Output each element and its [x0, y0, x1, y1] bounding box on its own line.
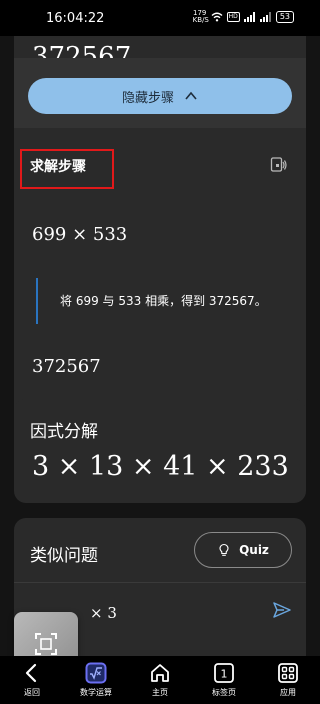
- status-bar: 16:04:22 179 KB/S HD 53: [0, 0, 320, 36]
- factor-card: 因式分解 3 × 13 × 41 × 233: [14, 399, 306, 503]
- signal-icon: [243, 12, 255, 22]
- nav-back[interactable]: 返回: [0, 656, 64, 704]
- floating-scan-button[interactable]: [14, 612, 78, 656]
- read-aloud-icon[interactable]: [270, 156, 288, 174]
- nav-math-solver[interactable]: 数学运算: [64, 656, 128, 704]
- math-solver-icon: [85, 662, 107, 684]
- quiz-label: Quiz: [239, 543, 269, 557]
- network-speed: 179 KB/S: [192, 9, 209, 24]
- solution-card: 372567 隐藏步骤 求解步骤 699 × 533 将 699 与 533 相…: [14, 36, 306, 426]
- highlight-box: [20, 149, 114, 189]
- nav-tabs[interactable]: 1 标签页: [192, 656, 256, 704]
- nav-label-back: 返回: [24, 688, 40, 697]
- hide-steps-label: 隐藏步骤: [121, 90, 174, 106]
- factor-title: 因式分解: [30, 422, 98, 442]
- battery-indicator: 53: [275, 11, 294, 23]
- chevron-up-icon: [185, 91, 197, 100]
- similar-title: 类似问题: [30, 546, 98, 566]
- nav-home[interactable]: 主页: [128, 656, 192, 704]
- scan-crop-icon: [35, 633, 57, 655]
- nav-label-home: 主页: [152, 688, 168, 697]
- nav-label-math: 数学运算: [80, 688, 112, 697]
- wifi-icon: [211, 12, 223, 22]
- tabs-icon: 1: [214, 663, 234, 683]
- tabs-count: 1: [221, 668, 228, 681]
- nav-label-tabs: 标签页: [212, 688, 236, 697]
- status-time: 16:04:22: [46, 11, 105, 26]
- nav-apps[interactable]: 应用: [256, 656, 320, 704]
- factor-expression: 3 × 13 × 41 × 233: [32, 451, 289, 482]
- apps-grid-icon: [278, 663, 298, 683]
- home-icon: [151, 664, 169, 682]
- step-indicator-line: [36, 278, 38, 324]
- step-explanation: 将 699 与 533 相乘，得到 372567。: [60, 294, 267, 308]
- step-expression: 699 × 533: [32, 224, 128, 245]
- signal-icon-2: [259, 12, 271, 22]
- quiz-button[interactable]: Quiz: [194, 532, 292, 568]
- back-arrow-icon: [25, 663, 37, 683]
- bottom-navigation: 返回 数学运算 主页 1 标签页 应用: [0, 656, 320, 704]
- step-result: 372567: [32, 356, 101, 377]
- send-icon[interactable]: [272, 600, 292, 620]
- hide-steps-button[interactable]: 隐藏步骤: [28, 78, 292, 114]
- hd-badge: HD: [226, 12, 240, 22]
- divider: [14, 582, 306, 583]
- lightbulb-icon: [219, 543, 229, 556]
- nav-label-apps: 应用: [280, 688, 296, 697]
- status-icons: 179 KB/S HD 53: [193, 10, 294, 24]
- similar-problem-text[interactable]: × 3: [90, 604, 117, 622]
- main-content[interactable]: 372567 隐藏步骤 求解步骤 699 × 533 将 699 与 533 相…: [0, 36, 320, 656]
